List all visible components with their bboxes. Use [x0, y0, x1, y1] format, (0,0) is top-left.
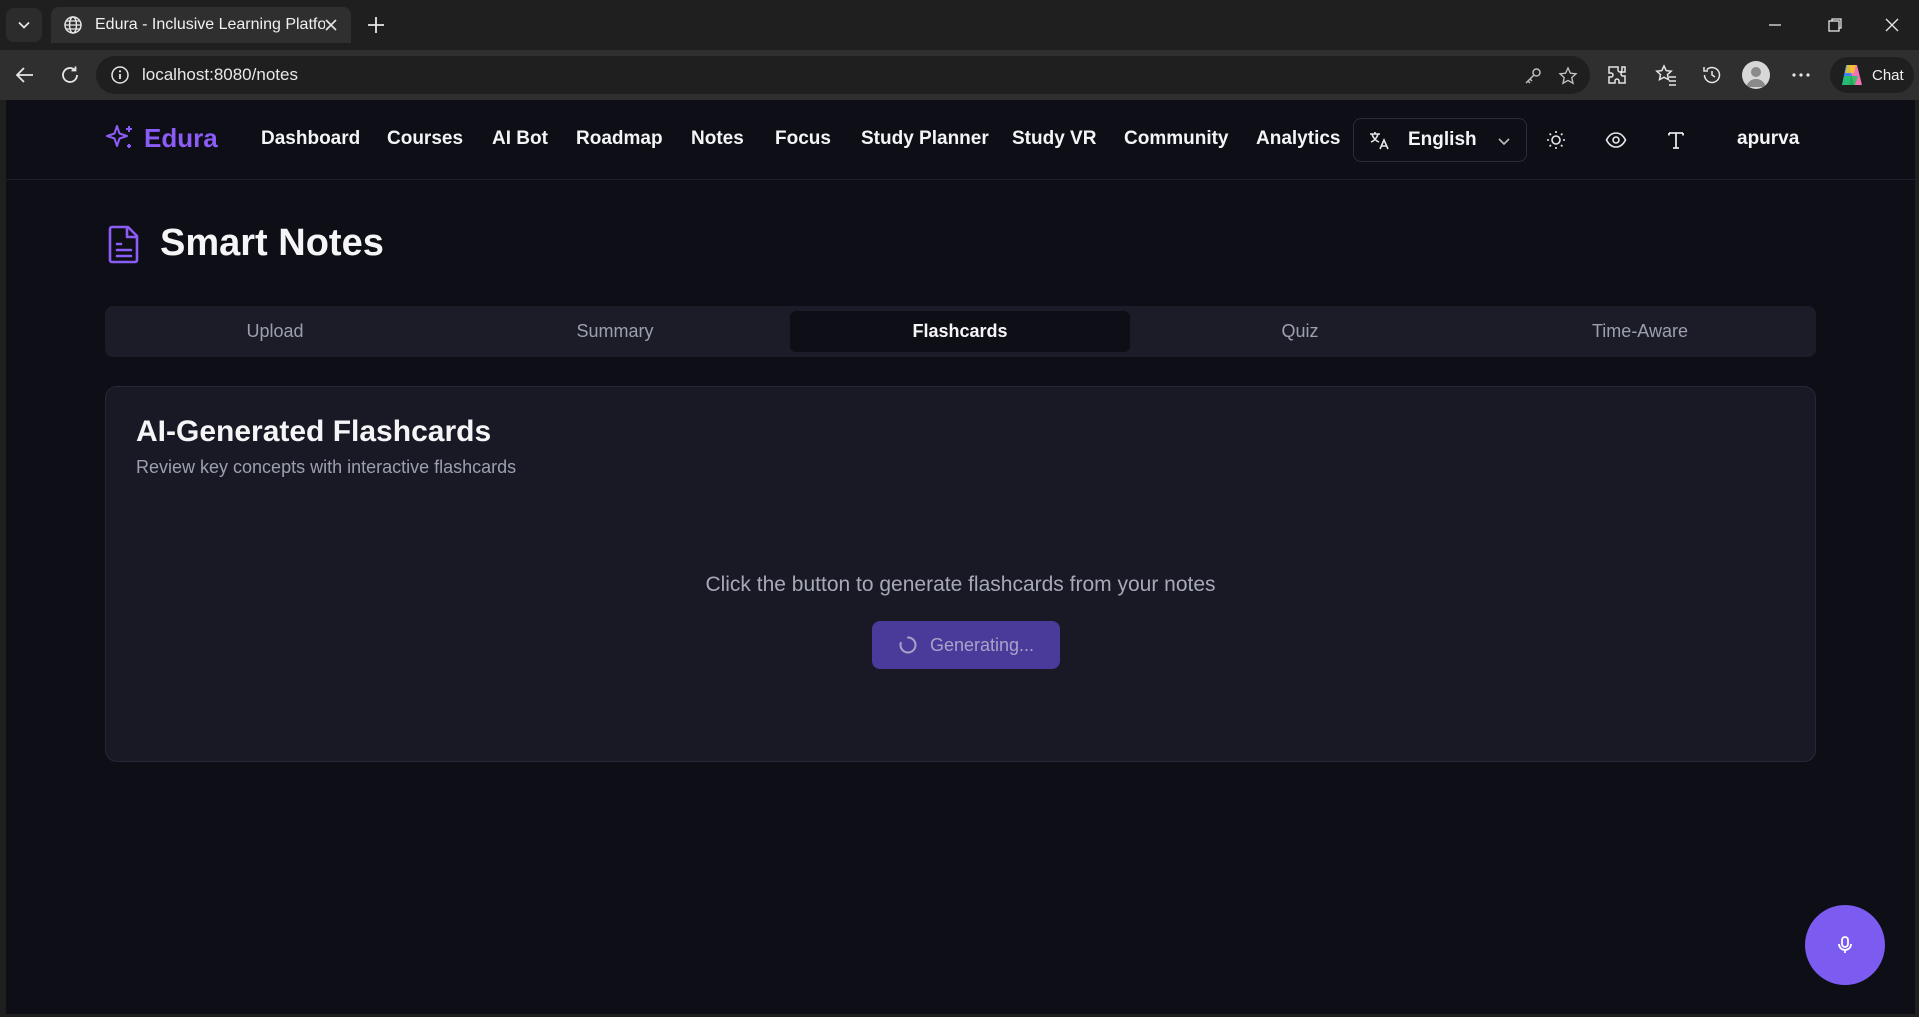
language-value: English — [1408, 129, 1477, 150]
empty-state-prompt: Click the button to generate flashcards … — [705, 573, 1216, 596]
translate-icon — [1370, 132, 1389, 150]
extensions-icon[interactable] — [1605, 63, 1629, 87]
browser-toolbar: localhost:8080/notes Chat — [0, 50, 1919, 100]
copilot-chat-button[interactable]: Chat — [1830, 57, 1914, 93]
globe-icon — [64, 16, 82, 34]
nav-ai-bot[interactable]: AI Bot — [492, 128, 548, 150]
nav-notes[interactable]: Notes — [691, 128, 744, 150]
generate-button-label: Generating... — [929, 634, 1035, 655]
restore-icon[interactable] — [1825, 15, 1845, 35]
chat-label: Chat — [1872, 66, 1904, 84]
card-title: AI-Generated Flashcards — [136, 415, 492, 448]
history-icon[interactable] — [1700, 63, 1724, 87]
key-icon[interactable] — [1523, 66, 1543, 86]
page-title: Smart Notes — [160, 222, 384, 264]
user-name[interactable]: apurva — [1737, 128, 1799, 150]
window-close-icon[interactable] — [1882, 15, 1902, 35]
nav-focus[interactable]: Focus — [775, 128, 831, 150]
page-title-row: Smart Notes — [106, 222, 384, 265]
browser-tab-bar: Edura - Inclusive Learning Platform — [0, 0, 1919, 50]
favorite-star-icon[interactable] — [1558, 66, 1578, 86]
nav-community[interactable]: Community — [1124, 128, 1229, 150]
more-options-icon[interactable] — [1789, 63, 1813, 87]
tab-quiz[interactable]: Quiz — [1130, 311, 1470, 352]
sun-icon[interactable] — [1545, 129, 1567, 151]
notes-tabs: Upload Summary Flashcards Quiz Time-Awar… — [105, 306, 1816, 357]
flashcards-card: AI-Generated Flashcards Review key conce… — [105, 386, 1816, 762]
back-arrow-icon[interactable] — [13, 63, 37, 87]
info-icon[interactable] — [110, 65, 130, 85]
nav-analytics[interactable]: Analytics — [1256, 128, 1340, 150]
tab-title: Edura - Inclusive Learning Platform — [95, 16, 325, 33]
chevron-down-icon — [1498, 138, 1510, 146]
url-text: localhost:8080/notes — [142, 65, 298, 84]
reload-icon[interactable] — [58, 63, 82, 87]
nav-study-vr[interactable]: Study VR — [1012, 128, 1096, 150]
voice-assistant-button[interactable] — [1805, 905, 1885, 985]
text-size-icon[interactable] — [1665, 129, 1687, 151]
nav-study-planner[interactable]: Study Planner — [861, 128, 989, 150]
tab-upload[interactable]: Upload — [105, 311, 445, 352]
file-text-icon — [108, 225, 139, 263]
tab-flashcards[interactable]: Flashcards — [790, 311, 1130, 352]
eye-icon[interactable] — [1605, 129, 1627, 151]
logo[interactable]: Edura — [104, 122, 218, 154]
nav-courses[interactable]: Courses — [387, 128, 463, 150]
profile-avatar-icon[interactable] — [1742, 61, 1770, 89]
logo-text: Edura — [144, 122, 218, 153]
tab-time-aware[interactable]: Time-Aware — [1470, 311, 1810, 352]
tab-list-dropdown-button[interactable] — [6, 8, 42, 42]
favorites-icon[interactable] — [1654, 63, 1678, 87]
minimize-icon[interactable] — [1765, 15, 1785, 35]
generate-flashcards-button[interactable]: Generating... — [872, 621, 1060, 669]
sparkles-logo-icon — [106, 125, 132, 148]
loading-spinner-icon — [899, 636, 917, 654]
tab-summary[interactable]: Summary — [445, 311, 785, 352]
nav-roadmap[interactable]: Roadmap — [576, 128, 663, 150]
microphone-icon — [1838, 936, 1852, 953]
address-bar[interactable]: localhost:8080/notes — [96, 56, 1590, 94]
close-icon[interactable] — [323, 17, 339, 33]
nav-dashboard[interactable]: Dashboard — [261, 128, 360, 150]
browser-tab[interactable]: Edura - Inclusive Learning Platform — [51, 7, 351, 43]
new-tab-icon[interactable] — [365, 14, 387, 36]
copilot-icon — [1842, 65, 1862, 85]
app-page: Edura Dashboard Courses AI Bot Roadmap N… — [6, 100, 1915, 1014]
language-select[interactable]: English — [1353, 118, 1527, 162]
chevron-down-icon — [18, 21, 30, 29]
card-subtitle: Review key concepts with interactive fla… — [136, 457, 517, 477]
app-header: Edura Dashboard Courses AI Bot Roadmap N… — [6, 100, 1915, 180]
